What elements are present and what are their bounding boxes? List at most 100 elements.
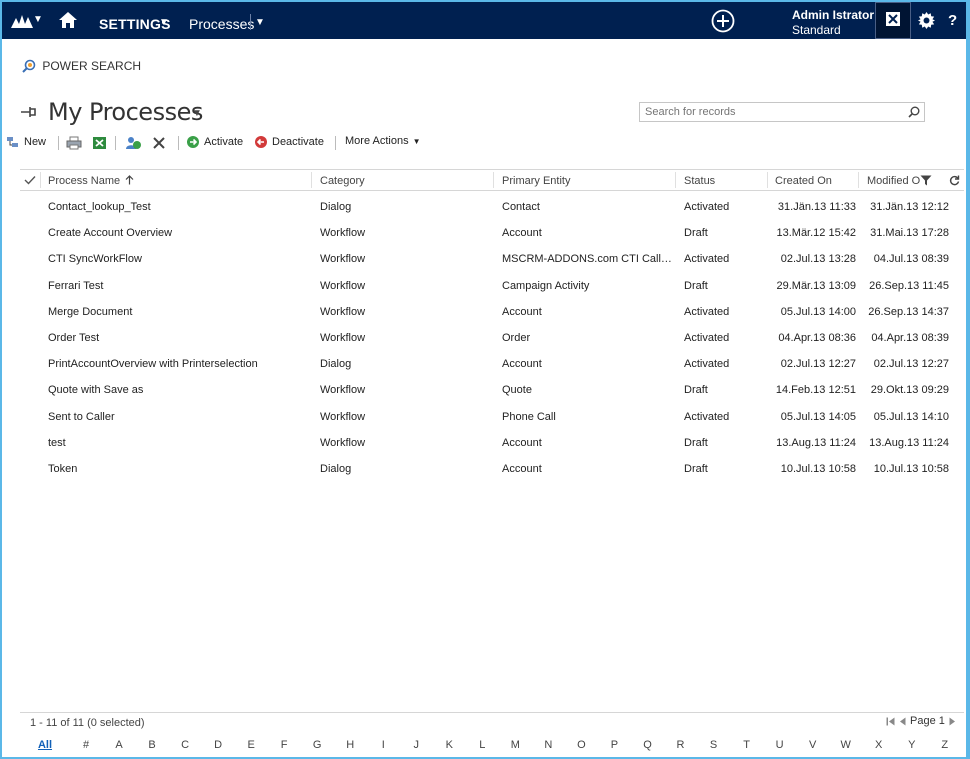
refresh-icon[interactable]: [949, 175, 960, 186]
alphabet-letter[interactable]: Z: [941, 739, 948, 751]
previous-page-icon[interactable]: [899, 717, 906, 726]
table-row[interactable]: Sent to Caller Workflow Phone Call Activate…: [20, 404, 964, 430]
alphabet-letter[interactable]: U: [776, 739, 784, 751]
primary-entity-cell: Account: [502, 305, 542, 318]
chevron-down-icon[interactable]: ▼: [255, 17, 265, 28]
help-icon[interactable]: ?: [948, 12, 957, 29]
column-header-process-name[interactable]: Process Name: [48, 175, 134, 187]
new-button[interactable]: New: [6, 135, 46, 149]
pin-icon[interactable]: [20, 106, 38, 118]
modified-on-cell: 29.Okt.13 09:29: [870, 384, 949, 397]
alphabet-letter[interactable]: J: [414, 739, 420, 751]
print-icon[interactable]: [66, 136, 82, 150]
user-name[interactable]: Admin Istrator: [792, 8, 874, 22]
column-divider: [493, 172, 494, 188]
table-row[interactable]: Merge Document Workflow Account Activated 05…: [20, 299, 964, 325]
crm-logo-icon[interactable]: [10, 13, 34, 29]
alphabet-letter[interactable]: Y: [908, 739, 915, 751]
process-name-cell[interactable]: test: [48, 437, 308, 449]
chevron-down-icon[interactable]: ▼: [33, 14, 43, 25]
filter-icon[interactable]: [920, 175, 932, 186]
alphabet-letter[interactable]: P: [611, 739, 618, 751]
process-name-cell[interactable]: Merge Document: [48, 306, 308, 318]
table-row[interactable]: Order Test Workflow Order Activated 04.Apr.1…: [20, 325, 964, 351]
search-input[interactable]: [640, 103, 900, 121]
first-page-icon[interactable]: [886, 717, 895, 726]
table-row[interactable]: Contact_lookup_Test Dialog Contact Activate…: [20, 194, 964, 220]
next-page-icon[interactable]: [949, 717, 956, 726]
alphabet-letter[interactable]: #: [83, 739, 89, 751]
alphabet-letter[interactable]: T: [743, 739, 750, 751]
user-role[interactable]: Standard: [792, 23, 841, 37]
alphabet-letter[interactable]: A: [115, 739, 122, 751]
activate-button[interactable]: Activate: [186, 135, 243, 149]
alphabet-letter[interactable]: All: [38, 739, 52, 751]
alphabet-letter[interactable]: B: [148, 739, 155, 751]
category-cell: Workflow: [320, 279, 366, 292]
view-selector-chevron-icon[interactable]: ▼: [192, 108, 202, 119]
process-name-cell[interactable]: Quote with Save as: [48, 384, 308, 396]
table-row[interactable]: Quote with Save as Workflow Quote Draft 14.F…: [20, 377, 964, 403]
alphabet-letter[interactable]: D: [214, 739, 222, 751]
delete-icon[interactable]: [153, 137, 165, 149]
new-process-icon: [7, 137, 18, 147]
alphabet-letter[interactable]: K: [446, 739, 453, 751]
status-cell: Activated: [684, 201, 730, 213]
home-icon[interactable]: [58, 11, 78, 29]
column-header-category[interactable]: Category: [320, 175, 365, 187]
assign-icon[interactable]: [125, 135, 142, 151]
table-row[interactable]: Ferrari Test Workflow Campaign Activity Dra…: [20, 273, 964, 299]
alphabet-letter[interactable]: W: [840, 739, 850, 751]
table-row[interactable]: Token Dialog Account Draft 10.Jul.13 10:58 10…: [20, 456, 964, 482]
alphabet-letter[interactable]: L: [479, 739, 485, 751]
alphabet-letter[interactable]: F: [281, 739, 288, 751]
process-name-cell[interactable]: Ferrari Test: [48, 280, 308, 292]
select-all-checkmark-icon[interactable]: [24, 175, 36, 185]
column-header-primary-entity[interactable]: Primary Entity: [502, 175, 570, 187]
create-plus-icon[interactable]: [711, 9, 735, 33]
view-title[interactable]: My Processes: [48, 98, 203, 126]
process-name-cell[interactable]: Create Account Overview: [48, 227, 308, 239]
status-cell: Draft: [684, 279, 708, 292]
alphabet-letter[interactable]: Q: [643, 739, 652, 751]
process-name-cell[interactable]: Sent to Caller: [48, 411, 308, 423]
nav-processes[interactable]: Processes: [189, 16, 254, 32]
alphabet-letter[interactable]: R: [677, 739, 685, 751]
process-name-cell[interactable]: PrintAccountOverview with Printerselecti…: [48, 358, 308, 370]
primary-entity-cell: Campaign Activity: [502, 279, 590, 292]
alphabet-letter[interactable]: N: [544, 739, 552, 751]
alphabet-letter[interactable]: S: [710, 739, 717, 751]
power-search-link[interactable]: POWER SEARCH: [22, 59, 141, 73]
export-excel-icon[interactable]: [92, 136, 107, 150]
column-header-status[interactable]: Status: [684, 175, 715, 187]
column-header-modified-on[interactable]: Modified O: [867, 175, 920, 187]
process-name-cell[interactable]: Token: [48, 463, 308, 475]
alphabet-letter[interactable]: H: [346, 739, 354, 751]
alphabet-letter[interactable]: G: [313, 739, 322, 751]
alphabet-letter[interactable]: V: [809, 739, 816, 751]
table-row[interactable]: Create Account Overview Workflow Account Dr…: [20, 220, 964, 246]
process-name-cell[interactable]: Contact_lookup_Test: [48, 201, 308, 213]
process-name-cell[interactable]: Order Test: [48, 332, 308, 344]
table-row[interactable]: CTI SyncWorkFlow Workflow MSCRM-ADDONS.com…: [20, 246, 964, 272]
column-header-created-on[interactable]: Created On: [775, 175, 832, 187]
activate-label: Activate: [204, 136, 244, 148]
process-name-cell[interactable]: CTI SyncWorkFlow: [48, 253, 308, 265]
gear-icon[interactable]: [918, 12, 935, 29]
table-row[interactable]: PrintAccountOverview with Printerselecti…: [20, 351, 964, 377]
alphabet-letter[interactable]: M: [511, 739, 520, 751]
alphabet-letter[interactable]: E: [247, 739, 254, 751]
alphabet-letter[interactable]: I: [382, 739, 385, 751]
command-bar: New Activate Deactivate More Actions ▼: [2, 133, 966, 153]
alphabet-letter[interactable]: O: [577, 739, 586, 751]
footer-divider: [20, 712, 964, 713]
deactivate-button[interactable]: Deactivate: [254, 135, 324, 149]
table-row[interactable]: test Workflow Account Draft 13.Aug.13 11:24 1…: [20, 430, 964, 456]
user-image-button[interactable]: [875, 2, 911, 39]
more-actions-button[interactable]: More Actions ▼: [345, 135, 421, 147]
search-icon[interactable]: [908, 106, 920, 118]
category-cell: Dialog: [320, 201, 352, 213]
chevron-down-icon[interactable]: ▼: [159, 17, 169, 28]
alphabet-letter[interactable]: C: [181, 739, 189, 751]
alphabet-letter[interactable]: X: [875, 739, 882, 751]
